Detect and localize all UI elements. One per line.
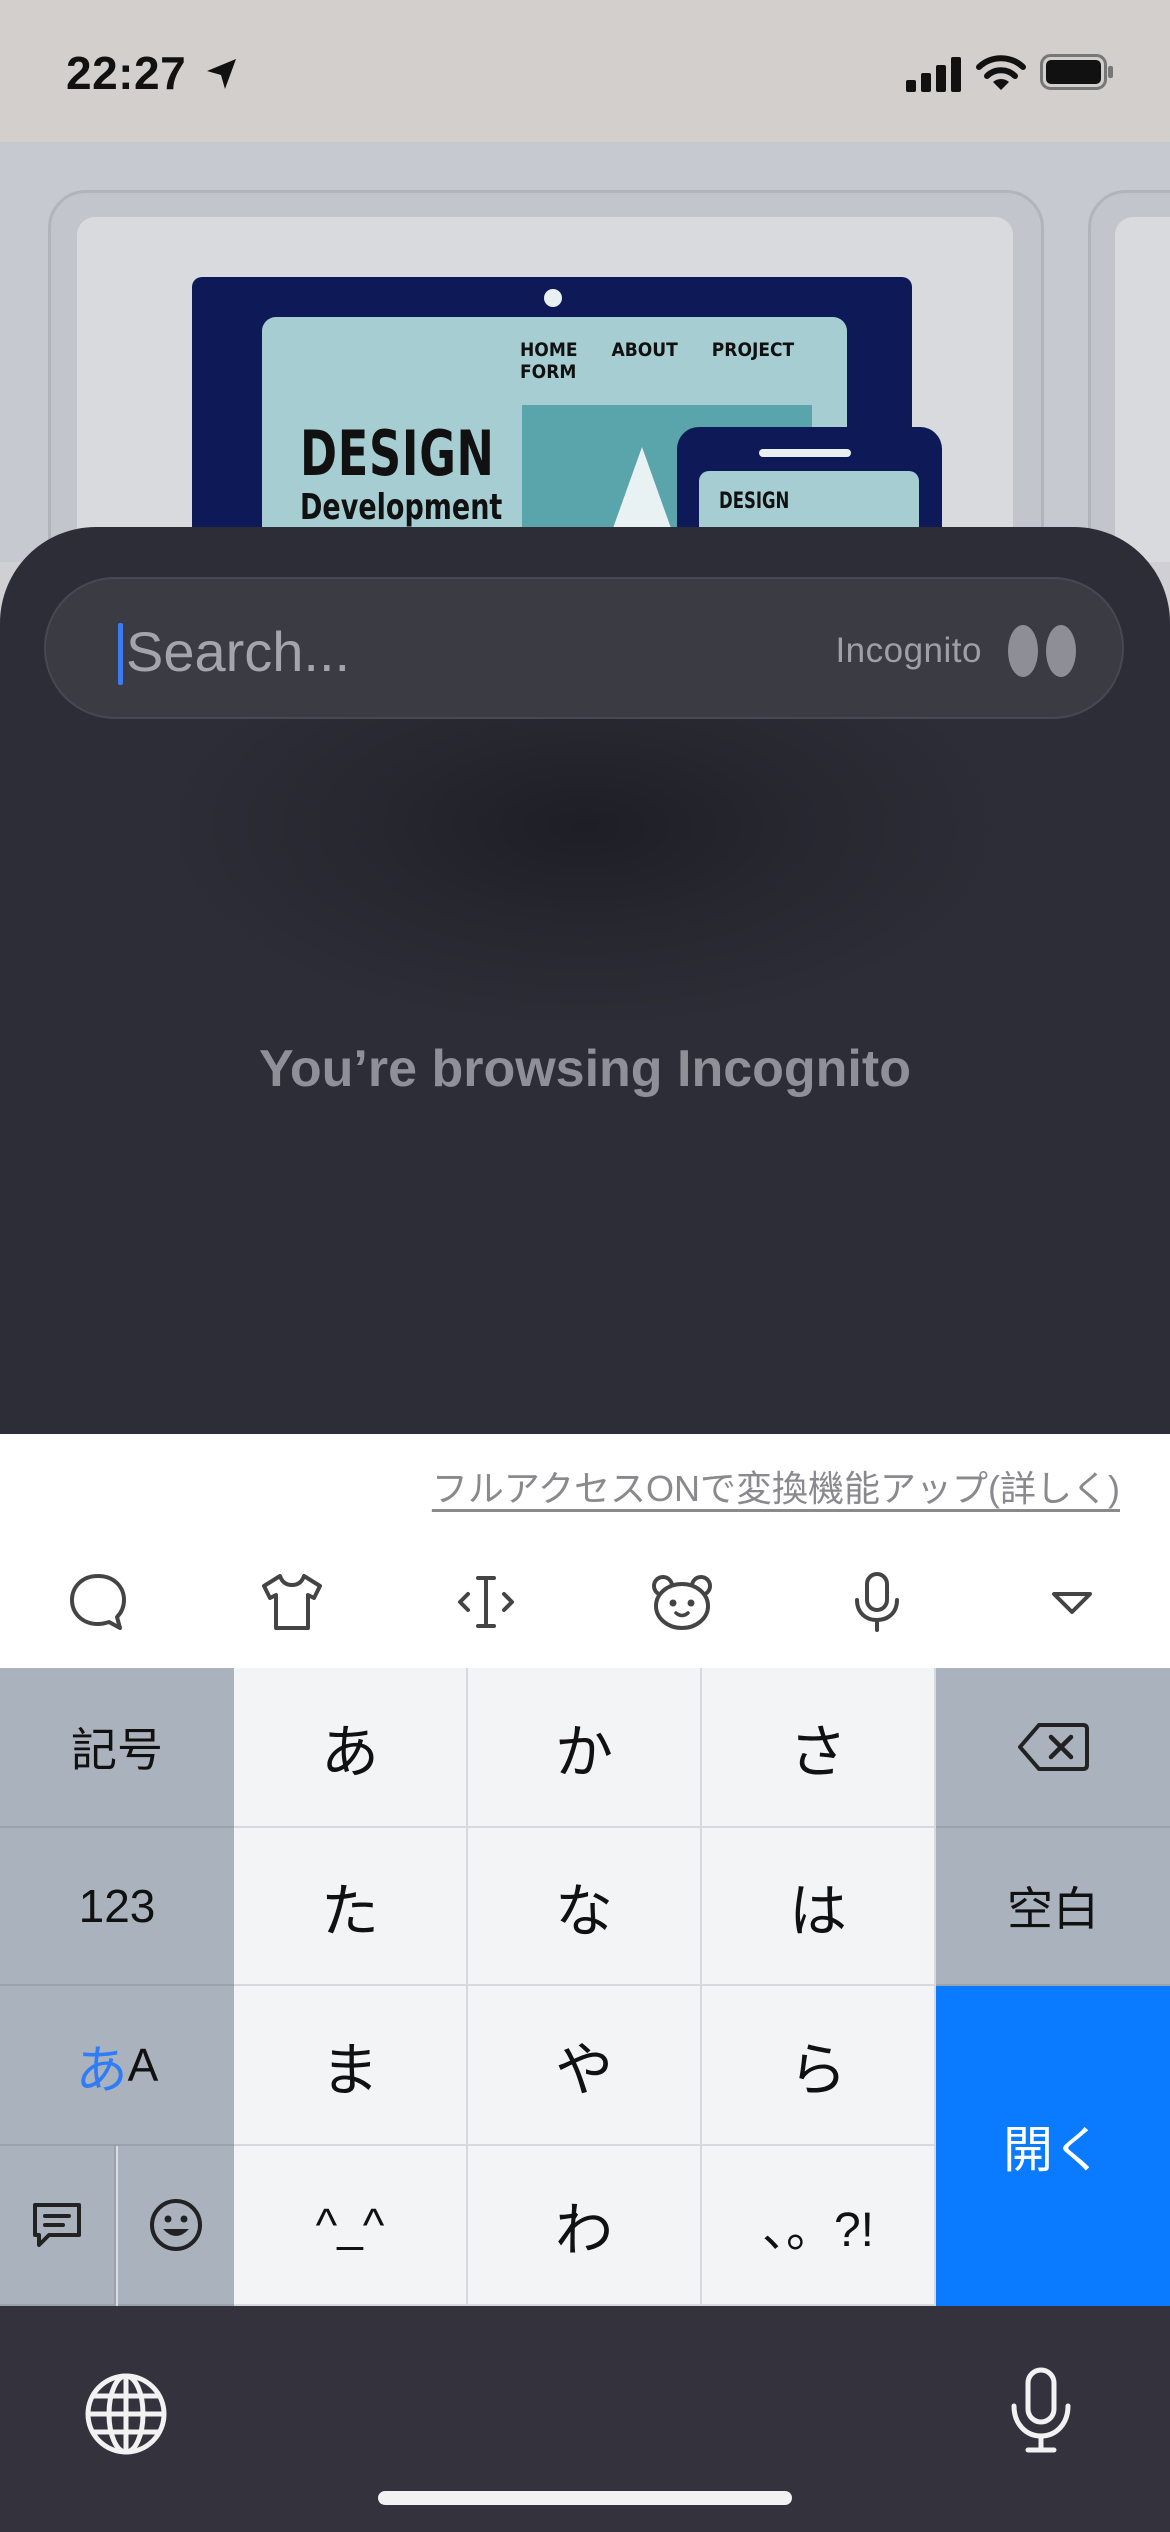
full-access-link[interactable]: フルアクセスONで変換機能アップ(詳しく) xyxy=(432,1460,1120,1512)
bear-face-icon[interactable] xyxy=(646,1566,718,1638)
key-input-mode-kana: あ xyxy=(75,2041,128,2100)
key-sa[interactable]: さ xyxy=(702,1668,936,1828)
incognito-sheet: Search... Incognito You’re browsing Inco… xyxy=(0,527,1170,1447)
key-punctuation[interactable]: 、。?! xyxy=(702,2146,936,2306)
nav-home: HOME xyxy=(520,339,578,361)
wifi-icon xyxy=(976,55,1026,90)
dictation-microphone-icon[interactable] xyxy=(1006,2366,1076,2456)
search-input[interactable]: Search... xyxy=(126,619,350,684)
illustration-nav: HOME ABOUT PROJECT FORM xyxy=(520,339,847,383)
tab-thumbnail: HOME ABOUT PROJECT FORM DESIGN Developme… xyxy=(77,217,1013,562)
key-backspace[interactable] xyxy=(936,1668,1170,1828)
key-input-mode-alpha: A xyxy=(127,2039,159,2091)
tab-grid-background: HOME ABOUT PROJECT FORM DESIGN Developme… xyxy=(0,142,1170,562)
status-bar: 22:27 xyxy=(0,0,1170,142)
key-numbers[interactable]: 123 xyxy=(0,1828,234,1986)
nav-form: FORM xyxy=(520,361,577,383)
backspace-icon xyxy=(1018,1723,1089,1771)
monitor-camera xyxy=(544,289,562,307)
key-wa[interactable]: わ xyxy=(468,2146,702,2306)
keyboard-keys: 記号 123 あ A あ か さ た な は ま や ら ^_^ わ 、。?! … xyxy=(0,1668,1170,2306)
cursor-move-icon[interactable] xyxy=(450,1566,522,1638)
key-ma[interactable]: ま xyxy=(234,1986,468,2146)
tablet-speaker xyxy=(759,449,851,457)
key-ka[interactable]: か xyxy=(468,1668,702,1828)
tab-card[interactable]: HOME ABOUT PROJECT FORM DESIGN Developme… xyxy=(48,190,1044,562)
key-na[interactable]: な xyxy=(468,1828,702,1986)
collapse-triangle-icon[interactable] xyxy=(1036,1566,1108,1638)
incognito-message: You’re browsing Incognito xyxy=(259,1040,911,1098)
key-space[interactable]: 空白 xyxy=(936,1828,1170,1986)
key-ha[interactable]: は xyxy=(702,1828,936,1986)
keyboard-toolbar: フルアクセスONで変換機能アップ(詳しく) xyxy=(0,1434,1170,1668)
chat-bubble-icon[interactable] xyxy=(62,1566,134,1638)
monitor-illustration: HOME ABOUT PROJECT FORM DESIGN Developme… xyxy=(192,277,942,562)
tab-thumbnail-partial xyxy=(1115,217,1170,562)
status-time: 22:27 xyxy=(66,47,187,99)
key-open[interactable]: 開く xyxy=(936,1986,1170,2306)
nav-about: ABOUT xyxy=(611,339,678,361)
key-message[interactable] xyxy=(0,2146,116,2306)
illustration-headline: DESIGN xyxy=(300,417,495,490)
emoji-face-icon xyxy=(150,2199,202,2251)
location-arrow-icon xyxy=(207,59,236,89)
message-icon xyxy=(33,2203,81,2247)
key-ta[interactable]: た xyxy=(234,1828,468,1986)
key-a[interactable]: あ xyxy=(234,1668,468,1828)
cellular-signal-icon xyxy=(906,57,961,92)
home-indicator xyxy=(378,2491,792,2505)
shirt-icon[interactable] xyxy=(256,1566,328,1638)
battery-icon xyxy=(1040,54,1113,90)
microphone-icon[interactable] xyxy=(841,1566,913,1638)
globe-icon[interactable] xyxy=(84,2372,168,2456)
incognito-eyes-icon xyxy=(1008,625,1076,677)
nav-project: PROJECT xyxy=(711,339,795,361)
key-emoji[interactable] xyxy=(118,2146,234,2306)
tab-card-partial[interactable] xyxy=(1088,190,1170,562)
key-face[interactable]: ^_^ xyxy=(234,2146,468,2306)
key-ra[interactable]: ら xyxy=(702,1986,936,2146)
tablet-headline: DESIGN xyxy=(719,489,790,514)
search-bar[interactable]: Search... Incognito xyxy=(44,577,1124,719)
illustration-subheadline: Development xyxy=(300,487,503,528)
key-input-mode[interactable]: あ A xyxy=(0,1986,234,2146)
key-symbols[interactable]: 記号 xyxy=(0,1668,234,1828)
text-cursor xyxy=(118,623,123,685)
incognito-label: Incognito xyxy=(835,631,982,670)
key-ya[interactable]: や xyxy=(468,1986,702,2146)
